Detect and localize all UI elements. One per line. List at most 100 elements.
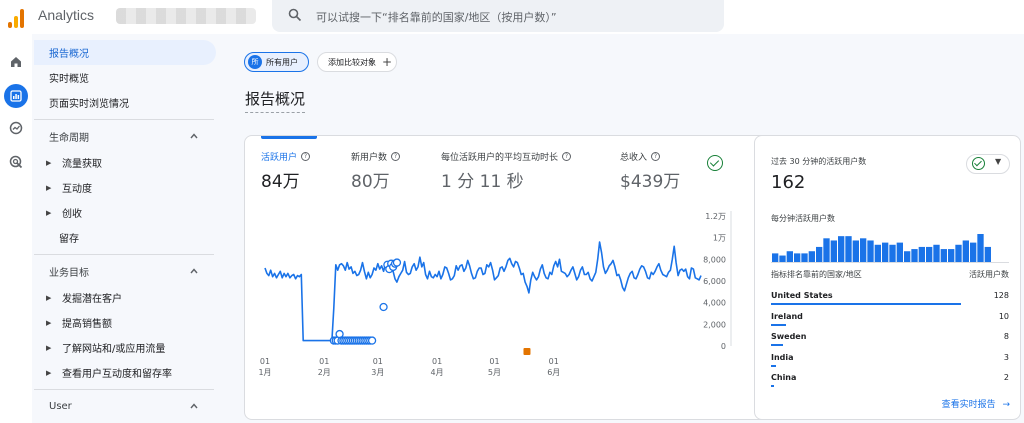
per-minute-bar-chart: [771, 234, 1009, 263]
nav-rail: [0, 34, 32, 423]
country-value: 2: [1003, 373, 1009, 382]
minute-bar: [962, 240, 969, 262]
nav-item-label: 提高销售额: [62, 319, 112, 330]
segment-avatar: 所: [248, 55, 262, 69]
kpi-new-users[interactable]: 新用户数? 80万: [351, 150, 401, 192]
minute-bar: [823, 238, 830, 262]
y-tick-label: 1万: [713, 234, 726, 243]
realtime-status-dropdown[interactable]: ▼: [966, 154, 1010, 174]
country-row[interactable]: United States 128: [771, 285, 1009, 306]
advertising-icon[interactable]: [4, 150, 28, 174]
help-icon[interactable]: ?: [562, 152, 572, 161]
minute-bar: [860, 238, 867, 262]
kpi-label: 每位活跃用户的平均互动时长: [441, 153, 559, 163]
country-table: United States 128 Ireland 10 Sweden 8 India 3 Ch…: [771, 285, 1009, 388]
nav-item-user-engagement[interactable]: ▶ 查看用户互动度和留存率: [34, 360, 216, 385]
country-row[interactable]: Ireland 10: [771, 306, 1009, 327]
minute-bar: [794, 253, 801, 262]
kpi-value: $439万: [620, 172, 681, 192]
search-placeholder[interactable]: 可以试搜一下“排名靠前的国家/地区（按用户数）”: [316, 9, 557, 25]
series-line: [264, 241, 702, 342]
country-name: Sweden: [771, 332, 807, 341]
expand-triangle-icon: ▶: [46, 158, 52, 167]
kpi-active-users[interactable]: 活跃用户? 84万: [261, 150, 311, 192]
x-tick-day: 01: [260, 357, 270, 366]
explore-icon[interactable]: [4, 116, 28, 140]
y-tick-label: 4,000: [703, 299, 726, 308]
col-active-users[interactable]: 活跃用户数: [969, 269, 1009, 280]
account-selector[interactable]: [116, 8, 256, 24]
nav-section-business-objectives[interactable]: 业务目标: [34, 257, 216, 285]
anomaly-marker: [367, 336, 377, 345]
app-title: Analytics: [38, 7, 95, 23]
kpi-label: 总收入: [620, 153, 648, 163]
nav-item-realtime[interactable]: 实时概览: [34, 65, 216, 90]
reports-icon[interactable]: [4, 84, 28, 108]
view-realtime-link[interactable]: 查看实时报告 →: [942, 397, 1010, 410]
expand-triangle-icon: ▶: [46, 343, 52, 352]
minute-bar: [830, 240, 837, 262]
minute-bar: [977, 234, 984, 262]
nav-item-reports-snapshot[interactable]: 报告概况: [34, 40, 216, 65]
kpi-total-revenue[interactable]: 总收入? $439万: [620, 150, 680, 192]
x-tick-day: 01: [373, 357, 383, 366]
all-users-chip[interactable]: 所 所有用户: [244, 52, 309, 72]
country-value: 3: [1003, 352, 1009, 362]
expand-triangle-icon: ▶: [46, 318, 52, 327]
country-row[interactable]: India 3: [771, 347, 1009, 368]
nav-section-title: 业务目标: [49, 267, 89, 279]
kpi-label: 活跃用户: [261, 153, 298, 163]
minute-bar: [904, 251, 911, 262]
country-row[interactable]: China 2: [771, 367, 1009, 388]
all-users-label: 所有用户: [266, 57, 298, 67]
add-comparison-button[interactable]: 添加比较对象 +: [317, 52, 397, 72]
x-tick-day: 01: [549, 357, 559, 366]
y-tick-label: 8,000: [703, 255, 726, 264]
nav-item-monetization[interactable]: ▶ 创收: [34, 200, 216, 225]
col-country[interactable]: 指标排名靠前的国家/地区: [771, 269, 862, 280]
minute-bar: [808, 251, 815, 262]
nav-item-traffic[interactable]: ▶ 了解网站和/或应用流量: [34, 335, 216, 360]
minute-bar: [772, 253, 779, 262]
arrow-right-icon: →: [1002, 400, 1010, 410]
home-icon[interactable]: [4, 50, 28, 74]
help-icon[interactable]: ?: [651, 152, 661, 161]
nav-section-user[interactable]: User: [34, 392, 216, 420]
expand-triangle-icon: ▶: [46, 368, 52, 377]
plus-icon: +: [382, 55, 393, 69]
expand-triangle-icon: ▶: [46, 183, 52, 192]
nav-item-label: 了解网站和/或应用流量: [62, 344, 166, 355]
nav-item-acquisition[interactable]: ▶ 流量获取: [34, 150, 216, 175]
x-tick-month: 5月: [488, 368, 501, 377]
y-tick-label: 2,000: [703, 320, 726, 329]
data-quality-check-icon[interactable]: [707, 155, 723, 171]
nav-item-leads[interactable]: ▶ 发掘潜在客户: [34, 285, 216, 310]
country-row[interactable]: Sweden 8: [771, 326, 1009, 347]
anomaly-marker: [379, 302, 388, 312]
nav-item-label: 创收: [62, 209, 82, 220]
help-icon[interactable]: ?: [391, 152, 401, 161]
nav-item-sales[interactable]: ▶ 提高销售额: [34, 310, 216, 335]
nav-item-retention[interactable]: 留存: [34, 225, 216, 250]
annotation-marker: [523, 348, 531, 355]
nav-item-realtime-pages[interactable]: 页面实时浏览情况: [34, 90, 216, 115]
nav-section-title: User: [49, 400, 72, 412]
kpi-avg-engagement-time[interactable]: 每位活跃用户的平均互动时长? 1 分 11 秒: [441, 150, 572, 192]
x-tick-month: 3月: [371, 368, 384, 377]
chevron-up-icon: [190, 268, 198, 274]
kpi-value: 84万: [261, 172, 300, 192]
minute-bar: [940, 249, 947, 262]
nav-item-engagement[interactable]: ▶ 互动度: [34, 175, 216, 200]
minute-bar: [896, 242, 903, 262]
realtime-count: 162: [771, 172, 806, 193]
share-bar: [771, 385, 774, 387]
search-box[interactable]: 可以试搜一下“排名靠前的国家/地区（按用户数）”: [272, 0, 724, 32]
country-name: United States: [771, 291, 833, 300]
help-icon[interactable]: ?: [301, 152, 311, 161]
analytics-logo-icon[interactable]: [8, 8, 26, 28]
x-tick-month: 6月: [547, 368, 560, 377]
minute-bar: [955, 244, 962, 262]
check-circle-icon: [972, 157, 985, 170]
nav-section-lifecycle[interactable]: 生命周期: [34, 122, 216, 150]
nav-divider: [34, 119, 214, 120]
